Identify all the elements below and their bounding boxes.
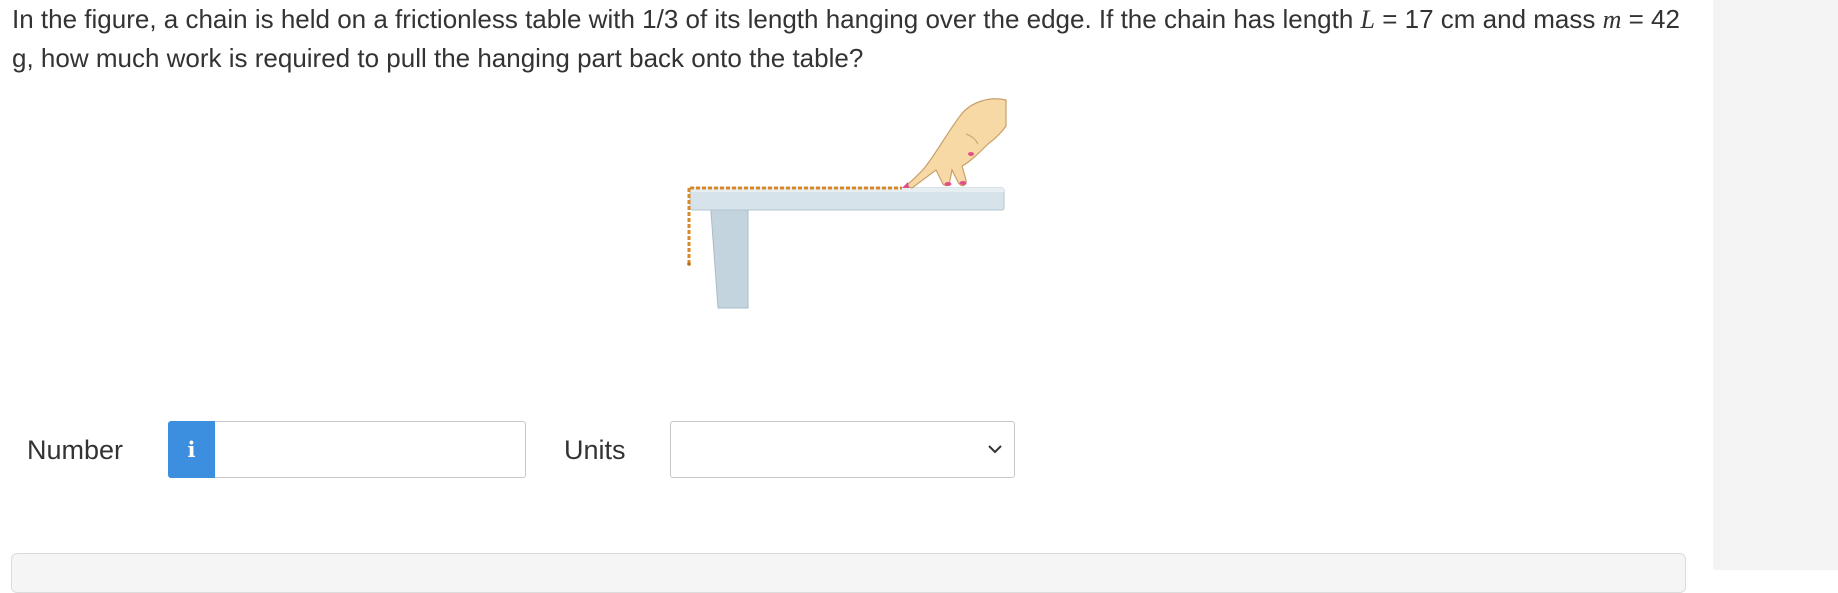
hand-icon	[902, 98, 1007, 189]
feedback-panel	[11, 553, 1686, 593]
figure-illustration	[687, 98, 1007, 309]
number-info-button[interactable]: i	[168, 421, 215, 478]
question-intro: In the figure, a chain is held on a fric…	[12, 4, 1361, 34]
units-select[interactable]	[670, 421, 1015, 478]
length-symbol: L	[1360, 5, 1376, 34]
units-label: Units	[564, 435, 626, 465]
number-label: Number	[27, 435, 124, 465]
number-input[interactable]	[215, 421, 526, 478]
table-icon	[689, 187, 1005, 309]
chain-table-figure	[680, 96, 1010, 316]
info-icon: i	[187, 437, 196, 462]
length-value: = 17 cm and mass	[1375, 4, 1603, 34]
answer-row: Number i Units	[0, 420, 1100, 480]
mass-symbol: m	[1602, 5, 1622, 34]
chevron-down-icon	[988, 445, 1002, 454]
question-text: In the figure, a chain is held on a fric…	[12, 0, 1692, 77]
page-gutter	[1713, 0, 1838, 570]
